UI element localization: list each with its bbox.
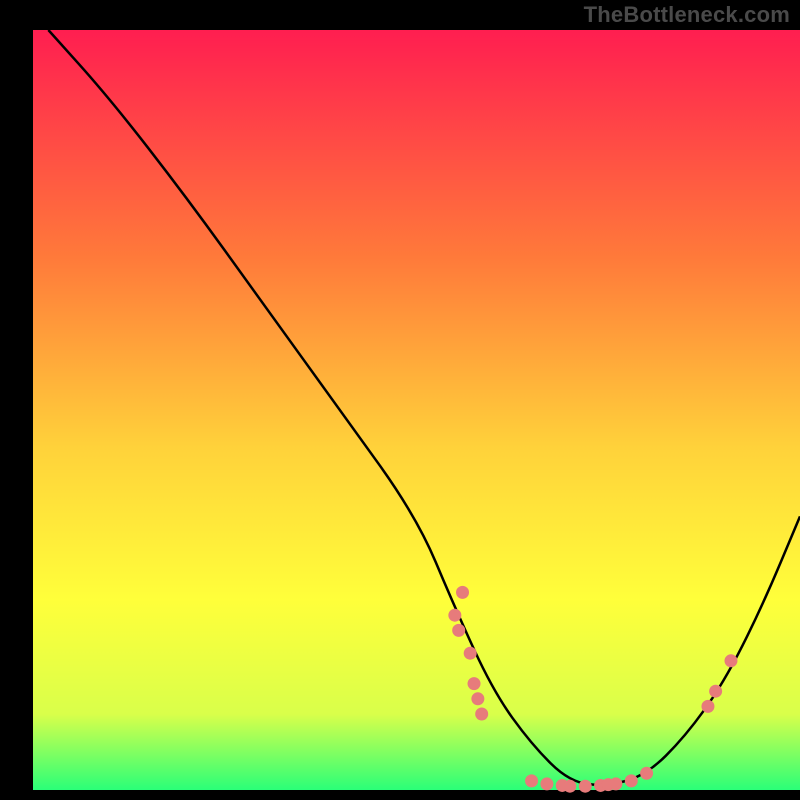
data-point — [579, 780, 592, 793]
watermark-text: TheBottleneck.com — [584, 2, 790, 28]
data-point — [448, 609, 461, 622]
data-point — [709, 685, 722, 698]
data-point — [609, 777, 622, 790]
data-point — [468, 677, 481, 690]
bottleneck-chart — [0, 0, 800, 800]
data-point — [724, 654, 737, 667]
data-point — [625, 774, 638, 787]
plot-background — [33, 30, 800, 790]
data-point — [540, 777, 553, 790]
data-point — [456, 586, 469, 599]
data-point — [452, 624, 465, 637]
data-point — [701, 700, 714, 713]
data-point — [525, 774, 538, 787]
data-point — [640, 767, 653, 780]
data-point — [563, 780, 576, 793]
chart-frame: TheBottleneck.com — [0, 0, 800, 800]
data-point — [471, 692, 484, 705]
data-point — [464, 647, 477, 660]
data-point — [475, 708, 488, 721]
